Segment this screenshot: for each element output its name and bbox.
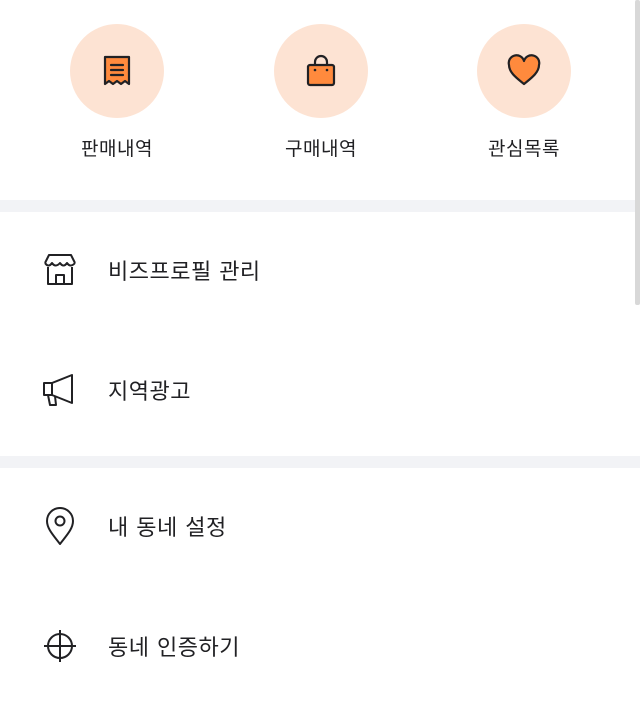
scrollbar[interactable] [635,0,640,305]
target-icon [40,626,80,666]
shopping-bag-icon [306,54,336,87]
menu-item-label: 내 동네 설정 [108,516,227,541]
quick-item-purchase-history[interactable]: 구매내역 [251,24,391,174]
quick-item-label: 구매내역 [285,138,357,160]
quick-item-sales-history[interactable]: 판매내역 [47,24,187,174]
heart-icon [507,54,541,86]
menu-item-local-ads[interactable]: 지역광고 [0,330,630,450]
menu-item-neighborhood-verify[interactable]: 동네 인증하기 [0,586,630,706]
heart-icon-circle [477,24,571,118]
location-pin-icon [40,506,80,546]
menu-item-label: 동네 인증하기 [108,636,240,661]
quick-item-label: 관심목록 [488,138,560,160]
receipt-icon [103,55,131,86]
quick-item-wishlist[interactable]: 관심목록 [454,24,594,174]
megaphone-icon [40,370,80,410]
quick-item-label: 판매내역 [81,138,153,160]
store-icon [40,250,80,290]
menu-item-label: 비즈프로필 관리 [108,260,261,285]
shopping-bag-icon-circle [274,24,368,118]
menu-item-label: 지역광고 [108,380,191,405]
receipt-icon-circle [70,24,164,118]
quick-menu: 판매내역 구매내역 관심목록 [0,0,640,200]
menu-item-biz-profile[interactable]: 비즈프로필 관리 [0,210,630,330]
menu-item-neighborhood-settings[interactable]: 내 동네 설정 [0,466,630,586]
